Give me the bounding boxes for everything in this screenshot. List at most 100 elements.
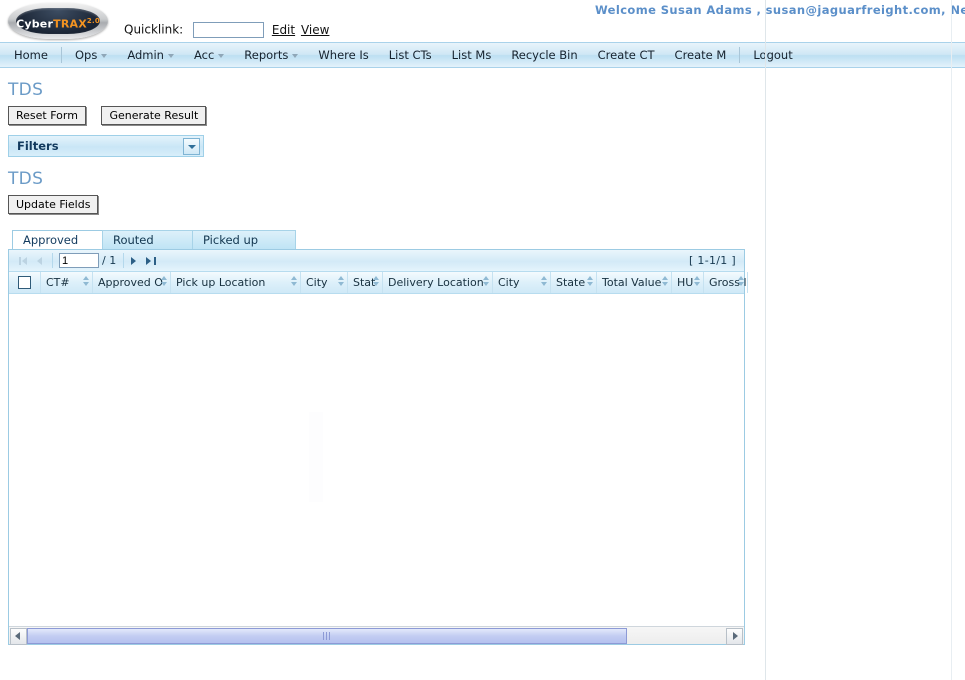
record-count-label: [ 1-1/1 ]	[689, 254, 736, 267]
update-fields-button[interactable]: Update Fields	[8, 195, 99, 214]
nav-item-label: Create M	[674, 48, 727, 62]
logo-main: TRAX	[53, 17, 87, 31]
sort-arrows-icon[interactable]	[290, 276, 297, 288]
sort-arrows-icon[interactable]	[82, 276, 89, 288]
nav-item-label: Logout	[753, 48, 793, 62]
filters-panel[interactable]: Filters	[8, 135, 204, 157]
nav-item-label: List CTs	[388, 48, 432, 62]
page-title-tds-2: TDS	[8, 169, 44, 189]
tab-picked-up[interactable]: Picked up	[192, 230, 296, 249]
pager-page-input[interactable]	[59, 253, 99, 268]
quicklink-label: Quicklink:	[124, 22, 184, 37]
scroll-right-arrow[interactable]	[726, 628, 743, 645]
nav-item-where-is[interactable]: Where Is	[308, 43, 378, 67]
column-header-label: Delivery Location	[388, 276, 484, 289]
first-page-icon	[22, 256, 27, 265]
column-header-label: State	[556, 276, 586, 289]
column-header-label: Pick up Location	[176, 276, 266, 289]
column-header-approved-o[interactable]: Approved O	[93, 272, 171, 293]
sort-arrows-icon[interactable]	[661, 276, 668, 288]
tab-approved[interactable]: Approved	[12, 230, 112, 249]
sort-arrows-icon[interactable]	[586, 276, 593, 288]
filters-expand-button[interactable]	[183, 138, 200, 155]
pager-last-button[interactable]	[143, 253, 159, 269]
column-header-gross-l[interactable]: Gross l	[704, 272, 748, 293]
grid-horizontal-scrollbar[interactable]	[9, 626, 744, 645]
nav-item-home[interactable]: Home	[4, 43, 58, 67]
logo-text: CyberTRAX2.0	[16, 8, 100, 34]
nav-item-admin[interactable]: Admin	[117, 43, 184, 67]
nav-item-label: Ops	[74, 48, 98, 62]
nav-item-label: Home	[14, 48, 48, 62]
generate-result-button[interactable]: Generate Result	[101, 106, 207, 125]
nav-item-create-m[interactable]: Create M	[665, 43, 737, 67]
column-header-state[interactable]: State	[551, 272, 597, 293]
page-title-tds-1: TDS	[8, 80, 44, 100]
grid-header-row: CT# Approved O Pick up Location City Stat Del…	[9, 272, 748, 294]
column-header-label: Total Value	[602, 276, 662, 289]
column-header-city[interactable]: City	[301, 272, 348, 293]
column-header-label: HU	[677, 276, 694, 289]
nav-item-label: Acc	[193, 48, 215, 62]
column-header-label: City	[498, 276, 520, 289]
column-header-ct-[interactable]: CT#	[41, 272, 93, 293]
chevron-down-icon	[101, 54, 108, 58]
sort-arrows-icon[interactable]	[482, 276, 489, 288]
column-header-select-all[interactable]	[9, 272, 41, 293]
nav-item-create-ct[interactable]: Create CT	[588, 43, 665, 67]
sort-arrows-icon[interactable]	[160, 276, 167, 288]
nav-item-ops[interactable]: Ops	[65, 43, 117, 67]
main-navigation: Home Ops Admin Acc Reports Where Is List CTs Li…	[0, 42, 965, 68]
pager-next-button[interactable]	[127, 253, 143, 269]
nav-item-label: Where Is	[318, 48, 369, 62]
nav-item-list-cts[interactable]: List CTs	[379, 43, 442, 67]
chevron-down-icon	[218, 54, 225, 58]
sort-arrows-icon[interactable]	[737, 276, 744, 288]
nav-item-list-ms[interactable]: List Ms	[442, 43, 502, 67]
column-header-delivery-location[interactable]: Delivery Location	[383, 272, 493, 293]
sort-arrows-icon[interactable]	[540, 276, 547, 288]
nav-item-acc[interactable]: Acc	[184, 43, 234, 67]
last-page-icon	[146, 256, 152, 265]
pager-divider-left	[52, 253, 53, 268]
nav-separator	[739, 47, 741, 63]
reset-form-button[interactable]: Reset Form	[8, 106, 86, 125]
pager-prev-button[interactable]	[33, 253, 49, 269]
grid-pager-toolbar: / 1 [ 1-1/1 ]	[9, 250, 744, 272]
quicklink-edit-link[interactable]: Edit	[272, 23, 295, 37]
page-content: TDS Reset Form Generate Result Filters T…	[0, 80, 965, 645]
pager-controls: / 1	[17, 252, 159, 269]
nav-item-label: List Ms	[451, 48, 492, 62]
results-grid-panel: / 1 [ 1-1/1 ] CT# Approved O Pick up Locat…	[8, 249, 748, 645]
nav-item-reports[interactable]: Reports	[234, 43, 308, 67]
column-header-stat[interactable]: Stat	[348, 272, 383, 293]
column-header-city[interactable]: City	[493, 272, 551, 293]
column-header-label: Approved O	[98, 276, 163, 289]
tab-routed[interactable]: Routed	[102, 230, 202, 249]
quicklink-view-link[interactable]: View	[301, 23, 329, 37]
nav-item-label: Create CT	[597, 48, 655, 62]
column-header-hu[interactable]: HU	[672, 272, 704, 293]
column-header-label: City	[306, 276, 328, 289]
logo-prefix: Cyber	[16, 17, 54, 31]
quicklink-input[interactable]	[193, 22, 265, 38]
sort-arrows-icon[interactable]	[693, 276, 700, 288]
grid-body	[9, 294, 744, 624]
select-all-checkbox[interactable]	[18, 276, 31, 289]
scroll-left-arrow[interactable]	[10, 628, 27, 645]
next-page-icon	[131, 256, 137, 265]
scrollbar-thumb[interactable]	[27, 628, 627, 644]
tab-label: Approved	[23, 233, 79, 247]
grid-action-buttons: Update Fields	[8, 195, 957, 214]
cybertrax-logo[interactable]: CyberTRAX2.0	[8, 1, 108, 41]
quicklink-group: Quicklink: Edit View	[124, 22, 331, 38]
filters-label: Filters	[17, 139, 59, 153]
nav-item-logout[interactable]: Logout	[743, 43, 802, 67]
column-header-pick-up-location[interactable]: Pick up Location	[171, 272, 301, 293]
nav-item-recycle-bin[interactable]: Recycle Bin	[501, 43, 587, 67]
column-header-total-value[interactable]: Total Value	[597, 272, 672, 293]
sort-arrows-icon[interactable]	[337, 276, 344, 288]
sort-arrows-icon[interactable]	[372, 276, 379, 288]
nav-separator	[60, 47, 62, 63]
pager-first-button[interactable]	[17, 253, 33, 269]
